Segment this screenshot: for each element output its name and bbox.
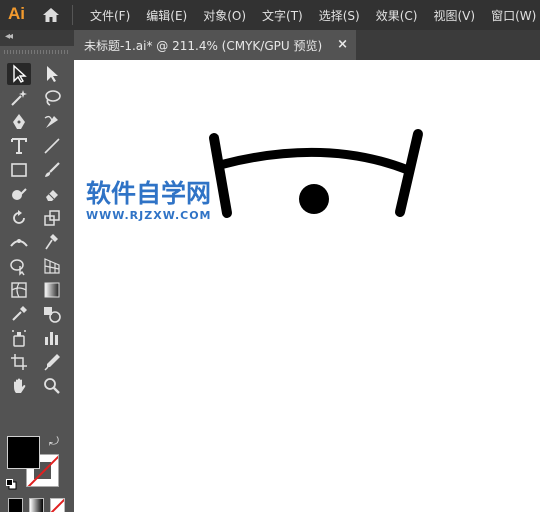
app-logo: Ai xyxy=(8,4,25,23)
zoom-tool-icon[interactable] xyxy=(40,375,64,397)
curved-line xyxy=(219,147,413,175)
menu-window[interactable]: 窗口(W) xyxy=(491,7,536,24)
tools-panel-header: ◂◂ xyxy=(0,30,74,46)
magic-wand-tool-icon[interactable] xyxy=(7,87,31,109)
document-tab-bar: 未标题-1.ai* @ 211.4% (CMYK/GPU 预览) × xyxy=(74,30,540,60)
curvature-tool-icon[interactable] xyxy=(40,111,64,133)
gradient-tool-icon[interactable] xyxy=(40,279,64,301)
rectangle-tool-icon[interactable] xyxy=(7,159,31,181)
column-graph-tool-icon[interactable] xyxy=(40,327,64,349)
home-icon[interactable] xyxy=(42,6,60,24)
symbol-sprayer-tool-icon[interactable] xyxy=(7,327,31,349)
document-tab[interactable]: 未标题-1.ai* @ 211.4% (CMYK/GPU 预览) × xyxy=(74,30,356,60)
menu-type[interactable]: 文字(T) xyxy=(262,7,303,24)
menu-file[interactable]: 文件(F) xyxy=(90,7,130,24)
eyedropper-tool-icon[interactable] xyxy=(7,303,31,325)
type-tool-icon[interactable] xyxy=(7,135,31,157)
menu-select[interactable]: 选择(S) xyxy=(319,7,360,24)
artboard-canvas[interactable]: 软件自学网 WWW.RJZXW.COM xyxy=(74,60,540,512)
menu-object[interactable]: 对象(O) xyxy=(203,7,246,24)
menu-edit[interactable]: 编辑(E) xyxy=(146,7,187,24)
mesh-tool-icon[interactable] xyxy=(7,279,31,301)
default-fill-stroke-icon[interactable] xyxy=(6,475,17,490)
shape-builder-tool-icon[interactable] xyxy=(7,255,31,277)
artboard-tool-icon[interactable] xyxy=(7,351,31,373)
eraser-tool-icon[interactable] xyxy=(40,183,64,205)
document-tab-title: 未标题-1.ai* @ 211.4% (CMYK/GPU 预览) xyxy=(84,38,323,53)
center-dot xyxy=(299,184,329,214)
perspective-grid-tool-icon[interactable] xyxy=(40,255,64,277)
rotate-tool-icon[interactable] xyxy=(7,207,31,229)
menu-view[interactable]: 视图(V) xyxy=(433,7,475,24)
lasso-tool-icon[interactable] xyxy=(40,87,64,109)
collapse-panel-icon[interactable]: ◂◂ xyxy=(5,31,13,42)
width-tool-icon[interactable] xyxy=(7,231,31,253)
menu-separator xyxy=(72,5,73,25)
paintbrush-tool-icon[interactable] xyxy=(40,159,64,181)
fill-swatch[interactable] xyxy=(7,436,40,469)
selection-tool-icon[interactable] xyxy=(7,63,31,85)
blend-tool-icon[interactable] xyxy=(40,303,64,325)
menu-effect[interactable]: 效果(C) xyxy=(376,7,418,24)
pen-tool-icon[interactable] xyxy=(7,111,31,133)
close-tab-icon[interactable]: × xyxy=(337,37,348,52)
none-mode-button[interactable] xyxy=(50,498,65,512)
direct-selection-tool-icon[interactable] xyxy=(40,63,64,85)
gradient-mode-button[interactable] xyxy=(29,498,44,512)
watermark: 软件自学网 WWW.RJZXW.COM xyxy=(86,180,212,222)
scale-tool-icon[interactable] xyxy=(40,207,64,229)
hand-tool-icon[interactable] xyxy=(7,375,31,397)
slice-tool-icon[interactable] xyxy=(40,351,64,373)
right-stroke xyxy=(395,129,423,217)
watermark-url: WWW.RJZXW.COM xyxy=(86,209,212,222)
line-segment-tool-icon[interactable] xyxy=(40,135,64,157)
color-mode-button[interactable] xyxy=(8,498,23,512)
left-stroke xyxy=(209,133,232,218)
swap-fill-stroke-icon[interactable]: ⤾ xyxy=(49,434,59,449)
artwork xyxy=(209,129,423,218)
tools-panel: ◂◂ ⤾ xyxy=(0,30,74,512)
watermark-title: 软件自学网 xyxy=(86,179,212,208)
panel-grip[interactable] xyxy=(4,50,70,54)
menu-bar: Ai 文件(F) 编辑(E) 对象(O) 文字(T) 选择(S) 效果(C) 视… xyxy=(0,0,540,30)
puppet-warp-tool-icon[interactable] xyxy=(40,231,64,253)
shaper-tool-icon[interactable] xyxy=(7,183,31,205)
